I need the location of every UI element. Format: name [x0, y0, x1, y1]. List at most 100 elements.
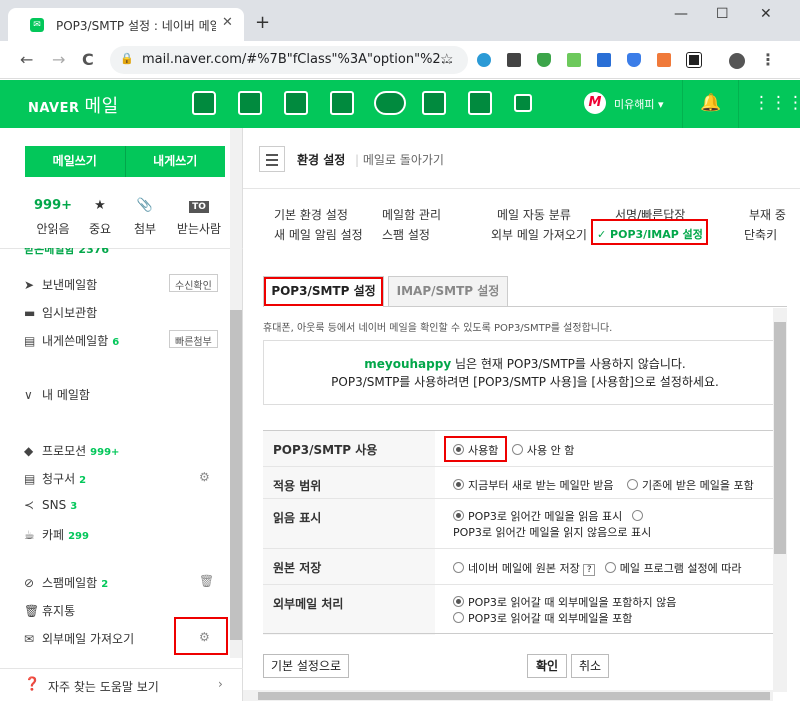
- browser-tab-bar: ✉ POP3/SMTP 설정 : 네이버 메일 ✕ + — ☐ ✕: [0, 0, 800, 41]
- sidebar-scroll-thumb[interactable]: [230, 310, 242, 640]
- read-mark-radio[interactable]: POP3로 읽어간 메일을 읽음 표시: [453, 510, 622, 523]
- tab-imap-smtp[interactable]: IMAP/SMTP 설정: [388, 276, 508, 306]
- menu-basic-settings[interactable]: 기본 환경 설정: [274, 206, 348, 223]
- reset-default-button[interactable]: 기본 설정으로: [263, 654, 349, 678]
- to-icon: TO: [174, 198, 224, 218]
- back-to-mail-link[interactable]: | 메일로 돌아가기: [355, 151, 444, 168]
- gear-icon[interactable]: ⚙: [199, 470, 210, 484]
- orig-save-radio[interactable]: 네이버 메일에 원본 저장: [453, 562, 580, 575]
- menu-spam[interactable]: 스팸 설정: [382, 226, 430, 243]
- write-to-self-button[interactable]: 내게쓰기: [126, 146, 226, 177]
- trash-empty-icon[interactable]: 🗑: [199, 574, 214, 588]
- extension-icon[interactable]: [507, 53, 521, 67]
- cloud-app-icon[interactable]: [374, 91, 406, 115]
- menu-new-mail-alert[interactable]: 새 메일 알림 설정: [274, 226, 363, 243]
- scope-all-radio[interactable]: 기존에 받은 메일을 포함: [627, 479, 754, 492]
- extension-shield-icon[interactable]: [537, 53, 551, 67]
- folder-drafts[interactable]: ▬ 임시보관함: [24, 304, 97, 321]
- extension-icon[interactable]: [477, 53, 491, 67]
- folder-cafe[interactable]: ☕ 카페 299: [24, 526, 89, 543]
- quick-attach-button[interactable]: 빠른첨부: [169, 330, 218, 348]
- read-unmark-radio[interactable]: [631, 510, 647, 523]
- receipt-icon: ▤: [24, 472, 36, 486]
- url-bar[interactable]: 🔒 mail.naver.com/#%7B"fClass"%3A"option"…: [110, 46, 468, 74]
- app-grid-icon[interactable]: ⋮⋮⋮: [753, 93, 800, 113]
- forward-icon[interactable]: →: [52, 50, 65, 69]
- contacts-app-icon[interactable]: [330, 91, 354, 115]
- folder-sent[interactable]: ➤ 보낸메일함: [24, 276, 97, 293]
- back-icon[interactable]: ←: [20, 50, 33, 69]
- todo-app-icon[interactable]: [284, 91, 308, 115]
- extension-icon[interactable]: [597, 53, 611, 67]
- avatar: M: [584, 92, 606, 114]
- bell-icon[interactable]: 🔔: [700, 93, 721, 113]
- bookmark-star-icon[interactable]: ☆: [440, 50, 453, 68]
- confirm-button[interactable]: 확인: [527, 654, 567, 678]
- folder-bills[interactable]: ▤ 청구서 2: [24, 470, 86, 487]
- ext-include-radio[interactable]: POP3로 읽어갈 때 외부메일을 포함: [453, 612, 632, 625]
- extension-icon[interactable]: [567, 53, 581, 67]
- form-row-scope: 적용 범위 지금부터 새로 받는 메일만 받음 기존에 받은 메일을 포함: [263, 467, 787, 499]
- quick-important[interactable]: ★ 중요: [75, 198, 125, 237]
- maximize-icon[interactable]: ☐: [716, 6, 729, 22]
- minimize-icon[interactable]: —: [674, 6, 688, 22]
- write-mail-button[interactable]: 메일쓰기: [25, 146, 126, 177]
- calendar-app-icon[interactable]: [238, 91, 262, 115]
- browser-menu-icon[interactable]: ⋮: [760, 50, 776, 69]
- folder-spam[interactable]: ⊘ 스팸메일함 2: [24, 574, 108, 591]
- folder-trash[interactable]: 🗑 휴지통: [24, 602, 75, 619]
- folder-external[interactable]: ✉ 외부메일 가져오기: [24, 630, 134, 647]
- more-apps-icon[interactable]: [514, 94, 532, 112]
- form-label: 읽음 표시: [263, 499, 435, 548]
- extension-shield-icon[interactable]: [627, 53, 641, 67]
- office-app-icon[interactable]: [468, 91, 492, 115]
- divider: [263, 633, 787, 634]
- radio-checked-icon: [453, 510, 464, 521]
- memo-app-icon[interactable]: [422, 91, 446, 115]
- folder-promotion[interactable]: ◆ 프로모션 999+: [24, 442, 119, 459]
- quick-label: 안읽음: [36, 222, 70, 236]
- extension-icon[interactable]: [686, 52, 702, 68]
- quick-label: 받는사람: [176, 222, 222, 236]
- help-label: 자주 찾는 도움말 보기: [48, 680, 159, 694]
- reload-icon[interactable]: C: [82, 50, 94, 69]
- tab-title: POP3/SMTP 설정 : 네이버 메일: [56, 19, 216, 33]
- notice-line2: POP3/SMTP를 사용하려면 [POP3/SMTP 사용]을 [사용함]으로…: [331, 375, 719, 389]
- quick-unread[interactable]: 999+ 안읽음: [28, 198, 78, 237]
- new-tab-icon[interactable]: +: [255, 12, 270, 33]
- radio-icon: [604, 562, 616, 573]
- hamburger-menu-icon[interactable]: [259, 146, 285, 172]
- form-label: 원본 저장: [263, 549, 435, 584]
- radio-checked-icon: [453, 596, 464, 607]
- read-receipt-button[interactable]: 수신확인: [169, 274, 218, 292]
- menu-external-mail[interactable]: 외부 메일 가져오기: [491, 226, 587, 243]
- naver-mail-logo[interactable]: NAVER 메일: [28, 92, 119, 118]
- content-scroll-thumb[interactable]: [774, 322, 786, 554]
- browser-tab[interactable]: ✉ POP3/SMTP 설정 : 네이버 메일 ✕: [8, 8, 244, 41]
- tab-close-icon[interactable]: ✕: [222, 15, 233, 30]
- status-notice: meyouhappy 님은 현재 POP3/SMTP를 사용하지 않습니다. P…: [263, 340, 787, 405]
- use-off-radio[interactable]: 사용 안 함: [511, 444, 574, 457]
- help-link[interactable]: ❓ 자주 찾는 도움말 보기 ›: [0, 668, 243, 701]
- menu-absence[interactable]: 부재 중: [749, 206, 786, 223]
- menu-mailbox-manage[interactable]: 메일함 관리: [382, 206, 441, 223]
- cancel-button[interactable]: 취소: [571, 654, 609, 678]
- folder-inbox[interactable]: 받은메일함 2376: [24, 248, 109, 258]
- scope-radio-group: 지금부터 새로 받는 메일만 받음 기존에 받은 메일을 포함: [453, 477, 754, 493]
- extension-icon[interactable]: [657, 53, 671, 67]
- ext-exclude-radio[interactable]: POP3로 읽어갈 때 외부메일을 포함하지 않음: [453, 596, 676, 609]
- folder-sns[interactable]: ≺ SNS 3: [24, 498, 77, 512]
- window-close-icon[interactable]: ✕: [760, 6, 772, 22]
- menu-shortcuts[interactable]: 단축키: [744, 226, 777, 243]
- help-icon[interactable]: ?: [583, 564, 596, 576]
- horizontal-scroll-thumb[interactable]: [258, 692, 770, 700]
- my-mailbox-toggle[interactable]: ∨ 내 메일함: [24, 386, 90, 403]
- profile-avatar-icon[interactable]: [729, 53, 745, 69]
- quick-attachment[interactable]: 📎 첨부: [120, 198, 170, 237]
- orig-program-radio[interactable]: 메일 프로그램 설정에 따라: [604, 562, 742, 575]
- menu-auto-sort[interactable]: 메일 자동 분류: [497, 206, 571, 223]
- folder-self[interactable]: ▤ 내게쓴메일함 6: [24, 332, 119, 349]
- mail-app-icon[interactable]: [192, 91, 216, 115]
- scope-new-radio[interactable]: 지금부터 새로 받는 메일만 받음: [453, 479, 614, 492]
- quick-recipient[interactable]: TO 받는사람: [174, 198, 224, 237]
